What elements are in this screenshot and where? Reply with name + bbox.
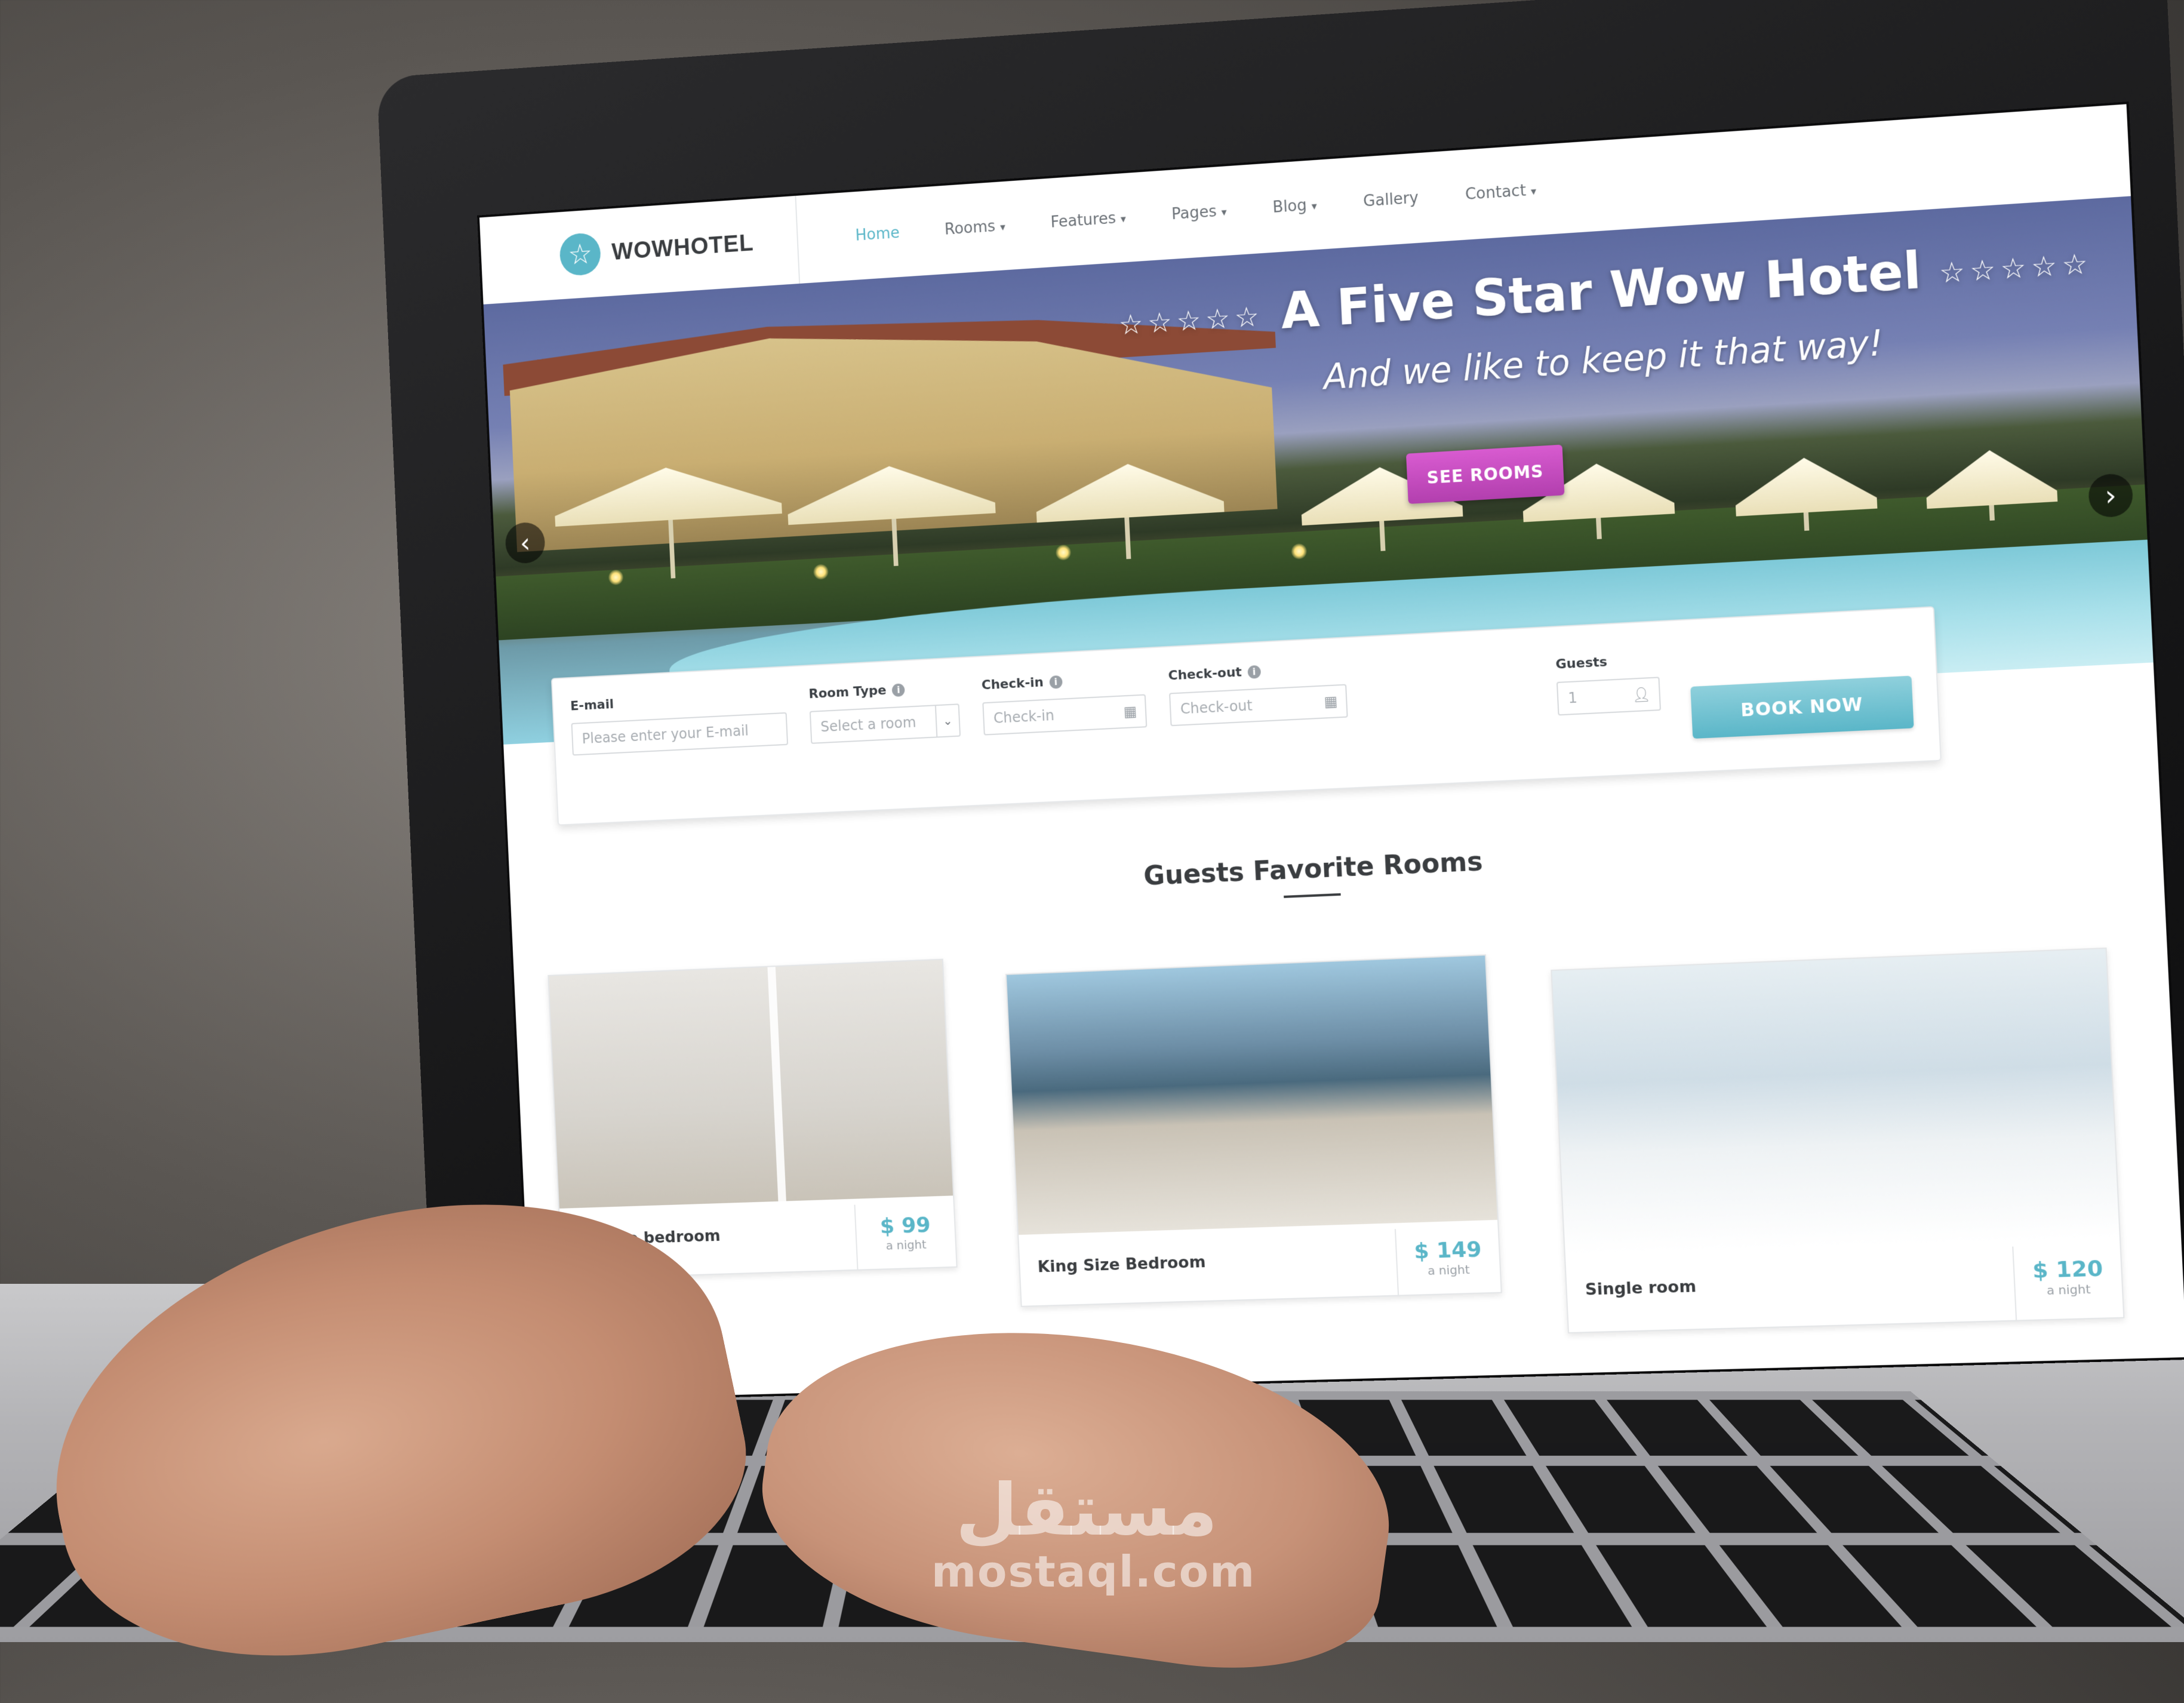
- watermark-arabic: مستقل: [955, 1469, 1218, 1552]
- room-card-king[interactable]: King Size Bedroom $ 149 a night: [1005, 954, 1502, 1307]
- room-name[interactable]: Single room: [1585, 1277, 1696, 1299]
- info-icon[interactable]: i: [891, 683, 905, 697]
- room-type-field-group: Room Type i Select a room ⌄: [808, 680, 961, 744]
- email-placeholder: Please enter your E-mail: [582, 722, 749, 748]
- label-text: E-mail: [570, 697, 614, 714]
- nav-label: Rooms: [944, 217, 996, 239]
- umbrella: [1733, 454, 1877, 517]
- nav-item-pages[interactable]: Pages ▾: [1171, 202, 1228, 223]
- watermark-latin: mostaql.com: [931, 1547, 1256, 1597]
- laptop-screen: ☆ WOWHOTEL Home Rooms ▾ Features ▾ Pages ▾ …: [479, 104, 2184, 1400]
- caret-down-icon: ▾: [999, 221, 1006, 234]
- checkin-field[interactable]: Check-in ▦: [982, 694, 1148, 736]
- user-icon: 👤︎: [1631, 685, 1651, 704]
- room-price-box: $ 120 a night: [2012, 1243, 2124, 1320]
- email-field[interactable]: Please enter your E-mail: [571, 712, 789, 756]
- room-price: $ 149: [1413, 1237, 1482, 1264]
- logo-text: WOWHOTEL: [611, 229, 755, 265]
- room-price-unit: a night: [1427, 1262, 1471, 1278]
- label-text: Guests: [1555, 654, 1608, 672]
- room-price-unit: a night: [885, 1237, 927, 1253]
- caret-down-icon: ▾: [1120, 213, 1127, 226]
- nav-item-features[interactable]: Features ▾: [1050, 209, 1126, 232]
- room-price-box: $ 99 a night: [854, 1201, 956, 1269]
- caret-down-icon: ▾: [1311, 199, 1318, 213]
- checkout-placeholder: Check-out: [1180, 697, 1253, 718]
- see-rooms-button[interactable]: SEE ROOMS: [1405, 444, 1565, 504]
- caret-down-icon: ▾: [1221, 206, 1228, 219]
- info-icon[interactable]: i: [1247, 665, 1261, 679]
- chevron-down-icon: ⌄: [934, 705, 960, 737]
- stars-left-icon: ☆☆☆☆☆: [1118, 299, 1265, 342]
- nav-label: Contact: [1465, 182, 1527, 204]
- checkout-label: Check-out i: [1168, 660, 1346, 684]
- nav-item-blog[interactable]: Blog ▾: [1272, 196, 1317, 217]
- room-type-select[interactable]: Select a room ⌄: [809, 703, 961, 744]
- guests-label: Guests: [1555, 652, 1659, 672]
- guests-field-group: Guests 1 👤︎: [1555, 652, 1662, 716]
- checkin-placeholder: Check-in: [993, 707, 1055, 727]
- room-price: $ 120: [2032, 1256, 2104, 1284]
- label-text: Check-in: [981, 675, 1044, 693]
- nav-item-gallery[interactable]: Gallery: [1363, 189, 1419, 210]
- room-type-label: Room Type i: [808, 680, 959, 702]
- room-photo[interactable]: [1552, 948, 2120, 1254]
- mostaql-watermark: مستقل mostaql.com: [931, 1469, 1256, 1597]
- room-price-box: $ 149 a night: [1394, 1225, 1501, 1295]
- checkout-field-group: Check-out i Check-out ▦: [1168, 660, 1348, 727]
- room-photo[interactable]: [549, 960, 953, 1209]
- section-divider: [1284, 893, 1341, 898]
- room-type-value: Select a room: [820, 714, 916, 736]
- room-price: $ 99: [879, 1213, 931, 1239]
- nav-label: Pages: [1171, 202, 1217, 224]
- email-label: E-mail: [570, 688, 786, 714]
- stars-right-icon: ☆☆☆☆☆: [1938, 246, 2094, 290]
- star-icon: ☆: [559, 232, 602, 277]
- room-photo[interactable]: [1006, 955, 1497, 1235]
- nav-label: Home: [855, 224, 900, 245]
- section-title: Guests Favorite Rooms: [1143, 846, 1484, 892]
- checkin-label: Check-in i: [981, 670, 1145, 693]
- nav-label: Features: [1050, 209, 1116, 232]
- nav-label: Blog: [1272, 196, 1308, 217]
- main-nav: Home Rooms ▾ Features ▾ Pages ▾ Blog ▾ Galle…: [855, 181, 1537, 244]
- calendar-icon[interactable]: ▦: [1123, 703, 1137, 720]
- guests-value: 1: [1567, 689, 1578, 707]
- checkout-field[interactable]: Check-out ▦: [1169, 684, 1348, 727]
- label-text: Check-out: [1168, 665, 1242, 684]
- caret-down-icon: ▾: [1530, 185, 1537, 198]
- book-now-button[interactable]: BOOK NOW: [1690, 675, 1914, 739]
- guests-field[interactable]: 1 👤︎: [1556, 677, 1662, 716]
- room-card-single[interactable]: Single room $ 120 a night: [1551, 947, 2125, 1334]
- info-icon[interactable]: i: [1049, 675, 1063, 689]
- nav-item-rooms[interactable]: Rooms ▾: [944, 217, 1005, 238]
- label-text: Room Type: [808, 683, 887, 702]
- nav-item-home[interactable]: Home: [855, 224, 900, 244]
- calendar-icon[interactable]: ▦: [1324, 693, 1338, 710]
- room-price-unit: a night: [2046, 1281, 2091, 1298]
- nav-label: Gallery: [1362, 189, 1419, 211]
- umbrella: [1924, 447, 2057, 509]
- room-name[interactable]: King Size Bedroom: [1037, 1253, 1206, 1276]
- nav-item-contact[interactable]: Contact ▾: [1465, 181, 1536, 204]
- email-field-group: E-mail Please enter your E-mail: [570, 688, 789, 756]
- checkin-field-group: Check-in i Check-in ▦: [981, 670, 1148, 736]
